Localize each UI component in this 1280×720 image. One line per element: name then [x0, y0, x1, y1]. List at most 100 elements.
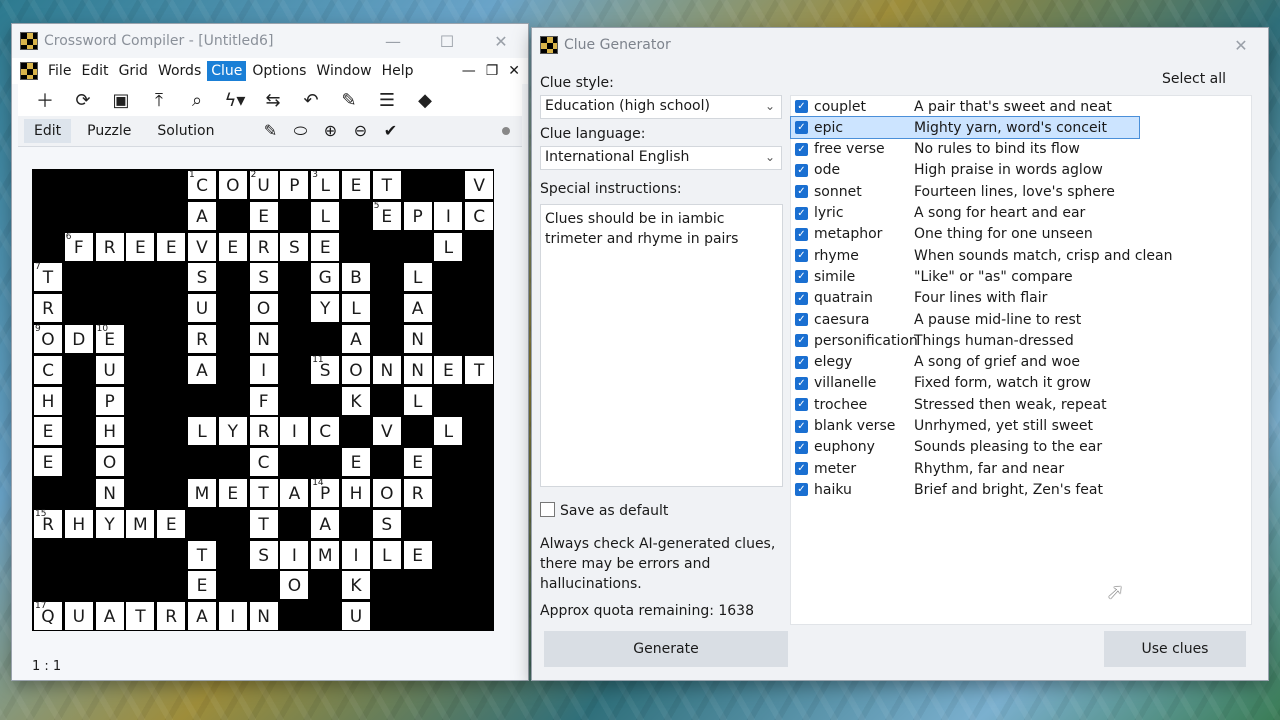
- grid-cell[interactable]: S: [279, 231, 310, 262]
- grid-cell[interactable]: E: [341, 170, 371, 200]
- grid-cell[interactable]: L: [433, 231, 464, 262]
- search-icon[interactable]: ⌕: [182, 87, 212, 113]
- checkbox-checked-icon[interactable]: ✓: [795, 355, 808, 369]
- crossword-grid[interactable]: 1CO2UP3LETVAEL5EPIC6FREEVERSEL7TSSGBLRUO…: [32, 169, 495, 632]
- open-icon[interactable]: ⟳: [68, 87, 98, 113]
- checkbox-checked-icon[interactable]: ✓: [795, 249, 808, 263]
- mdi-restore-icon[interactable]: ❐: [486, 63, 499, 79]
- clue-row[interactable]: ✓ haiku Brief and bright, Zen's feat: [791, 479, 1103, 500]
- grid-cell[interactable]: A: [187, 354, 217, 385]
- grid-cell[interactable]: P: [94, 385, 125, 416]
- checkbox-icon[interactable]: [540, 502, 555, 517]
- grid-cell[interactable]: Y: [310, 293, 341, 324]
- checkbox-checked-icon[interactable]: ✓: [795, 185, 808, 199]
- grid-cell[interactable]: E: [248, 200, 279, 231]
- minimize-icon[interactable]: —: [366, 24, 420, 58]
- grid-cell[interactable]: N: [402, 354, 433, 385]
- grid-cell[interactable]: E: [187, 570, 217, 601]
- grid-cell[interactable]: 2U: [248, 170, 279, 200]
- grid-cell[interactable]: N: [94, 478, 125, 508]
- grid-cell[interactable]: I: [279, 539, 310, 570]
- checkbox-checked-icon[interactable]: ✓: [795, 163, 808, 177]
- grid-cell[interactable]: M: [125, 508, 156, 539]
- grid-cell[interactable]: S: [371, 508, 402, 539]
- grid-cell[interactable]: K: [341, 385, 371, 416]
- undo-icon[interactable]: ↶: [296, 87, 326, 113]
- grid-cell[interactable]: L: [341, 293, 371, 324]
- clue-row[interactable]: ✓ lyric A song for heart and ear: [791, 203, 1085, 224]
- grid-cell[interactable]: T: [464, 354, 495, 385]
- grid-cell[interactable]: I: [433, 200, 464, 231]
- grid-cell[interactable]: O: [371, 478, 402, 508]
- grid-cell[interactable]: A: [310, 508, 341, 539]
- checkbox-checked-icon[interactable]: ✓: [795, 270, 808, 284]
- grid-cell[interactable]: E: [125, 231, 156, 262]
- grid-cell[interactable]: 5E: [371, 200, 402, 231]
- grid-cell[interactable]: D: [63, 324, 94, 354]
- grid-cell[interactable]: A: [279, 478, 310, 508]
- menu-words[interactable]: Words: [154, 61, 205, 81]
- clue-language-select[interactable]: International English ⌄: [540, 146, 782, 170]
- mdi-close-icon[interactable]: ✕: [508, 63, 520, 79]
- menu-clue[interactable]: Clue: [207, 61, 247, 81]
- grid-cell[interactable]: 6F: [63, 231, 94, 262]
- grid-cell[interactable]: S: [248, 262, 279, 293]
- special-instructions-input[interactable]: Clues should be in iambic trimeter and r…: [540, 204, 783, 487]
- grid-cell[interactable]: V: [464, 170, 495, 200]
- grid-cell[interactable]: E: [217, 231, 248, 262]
- tag-icon[interactable]: ◆: [410, 87, 440, 113]
- checkbox-checked-icon[interactable]: ✓: [795, 376, 808, 390]
- menu-window[interactable]: Window: [312, 61, 375, 81]
- checkbox-checked-icon[interactable]: ✓: [795, 206, 808, 220]
- grid-cell[interactable]: A: [187, 200, 217, 231]
- checkbox-checked-icon[interactable]: ✓: [795, 313, 808, 326]
- clue-style-select[interactable]: Education (high school) ⌄: [540, 95, 782, 119]
- grid-cell[interactable]: A: [341, 324, 371, 354]
- grid-cell[interactable]: 3L: [310, 170, 341, 200]
- grid-cell[interactable]: M: [310, 539, 341, 570]
- clue-row[interactable]: ✓ personification Things human-dressed: [791, 330, 1074, 351]
- grid-cell[interactable]: E: [402, 539, 433, 570]
- menu-options[interactable]: Options: [248, 61, 310, 81]
- grid-cell[interactable]: C: [310, 416, 341, 447]
- list-icon[interactable]: ☰: [372, 87, 402, 113]
- grid-cell[interactable]: R: [94, 231, 125, 262]
- clue-row[interactable]: ✓ meter Rhythm, far and near: [791, 458, 1064, 479]
- grid-cell[interactable]: R: [248, 231, 279, 262]
- grid-cell[interactable]: C: [464, 200, 495, 231]
- clue-row[interactable]: ✓ free verse No rules to bind its flow: [791, 139, 1080, 160]
- grid-cell[interactable]: U: [187, 293, 217, 324]
- zoom-in-icon[interactable]: ⊕: [320, 121, 340, 141]
- clue-row[interactable]: ✓ rhyme When sounds match, crisp and clean: [791, 245, 1172, 266]
- checkbox-checked-icon[interactable]: ✓: [795, 291, 808, 305]
- checkbox-checked-icon[interactable]: ✓: [795, 419, 808, 433]
- grid-cell[interactable]: N: [248, 324, 279, 354]
- grid-cell[interactable]: T: [125, 601, 156, 632]
- grid-cell[interactable]: R: [187, 324, 217, 354]
- grid-cell[interactable]: M: [187, 478, 217, 508]
- grid-cell[interactable]: S: [187, 262, 217, 293]
- grid-cell[interactable]: N: [248, 601, 279, 632]
- menu-grid[interactable]: Grid: [115, 61, 152, 81]
- grid-cell[interactable]: U: [94, 354, 125, 385]
- grid-cell[interactable]: 15 R: [33, 508, 63, 539]
- checkbox-checked-icon[interactable]: ✓: [795, 100, 808, 113]
- checkbox-checked-icon[interactable]: ✓: [795, 440, 808, 454]
- grid-cell[interactable]: H: [33, 385, 63, 416]
- grid-cell[interactable]: T: [248, 508, 279, 539]
- export-icon[interactable]: ⤒: [144, 87, 174, 113]
- grid-cell[interactable]: U: [341, 601, 371, 632]
- grid-cell[interactable]: L: [310, 200, 341, 231]
- grid-cell[interactable]: O: [341, 354, 371, 385]
- grid-cell[interactable]: P: [279, 170, 310, 200]
- grid-cell[interactable]: 17 Q: [33, 601, 63, 632]
- grid-cell[interactable]: E: [433, 354, 464, 385]
- grid-cell[interactable]: I: [248, 354, 279, 385]
- clue-row[interactable]: ✓ quatrain Four lines with flair: [791, 288, 1047, 309]
- pen-icon[interactable]: ✎: [334, 87, 364, 113]
- grid-cell[interactable]: O: [217, 170, 248, 200]
- menu-edit[interactable]: Edit: [77, 61, 112, 81]
- clue-row[interactable]: ✓ euphony Sounds pleasing to the ear: [791, 437, 1102, 458]
- clue-row[interactable]: ✓ sonnet Fourteen lines, love's sphere: [791, 181, 1115, 202]
- grid-cell[interactable]: E: [156, 508, 187, 539]
